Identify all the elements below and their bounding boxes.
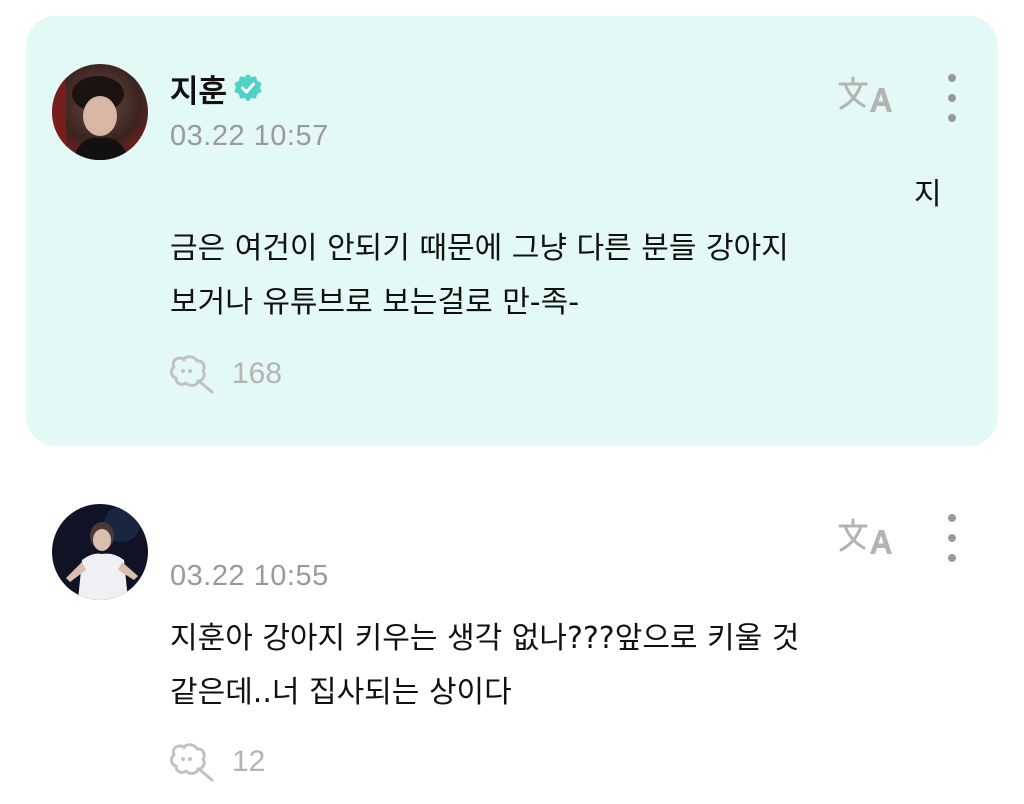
dot <box>948 534 956 542</box>
translate-icon[interactable] <box>836 512 892 562</box>
reply-icon <box>170 355 214 394</box>
dot <box>948 114 956 122</box>
reply-icon <box>170 743 214 782</box>
reply-button[interactable]: 168 <box>170 354 282 394</box>
comment-body-line-2: 같은데..너 집사되는 상이다 <box>170 675 512 710</box>
comment-timestamp: 03.22 10:55 <box>170 560 329 592</box>
dot <box>948 74 956 82</box>
dot <box>948 554 956 562</box>
author-name[interactable]: 지훈 <box>170 66 227 111</box>
reply-count: 12 <box>232 745 266 778</box>
dot <box>948 514 956 522</box>
reply-button[interactable]: 12 <box>170 742 265 782</box>
more-options-button[interactable] <box>942 74 962 122</box>
author-name-row: 지훈 <box>170 66 263 111</box>
more-options-button[interactable] <box>942 514 962 562</box>
comment-timestamp: 03.22 10:57 <box>170 120 329 152</box>
comment-body-line-1: 지훈아 강아지 키우는 생각 없나???앞으로 키울 것 <box>170 621 800 656</box>
verified-badge-icon <box>234 74 262 102</box>
commenter-avatar[interactable] <box>52 504 148 600</box>
translate-icon[interactable] <box>836 70 892 120</box>
dot <box>948 94 956 102</box>
author-avatar[interactable] <box>52 64 148 160</box>
comment-body-line-3: 보거나 유튜브로 보는걸로 만-족- <box>170 285 580 320</box>
comment-body-line-1: 지 <box>914 177 942 212</box>
comment-body-line-2: 금은 여건이 안되기 때문에 그냥 다른 분들 강아지 <box>170 231 789 266</box>
reply-count: 168 <box>232 357 283 390</box>
